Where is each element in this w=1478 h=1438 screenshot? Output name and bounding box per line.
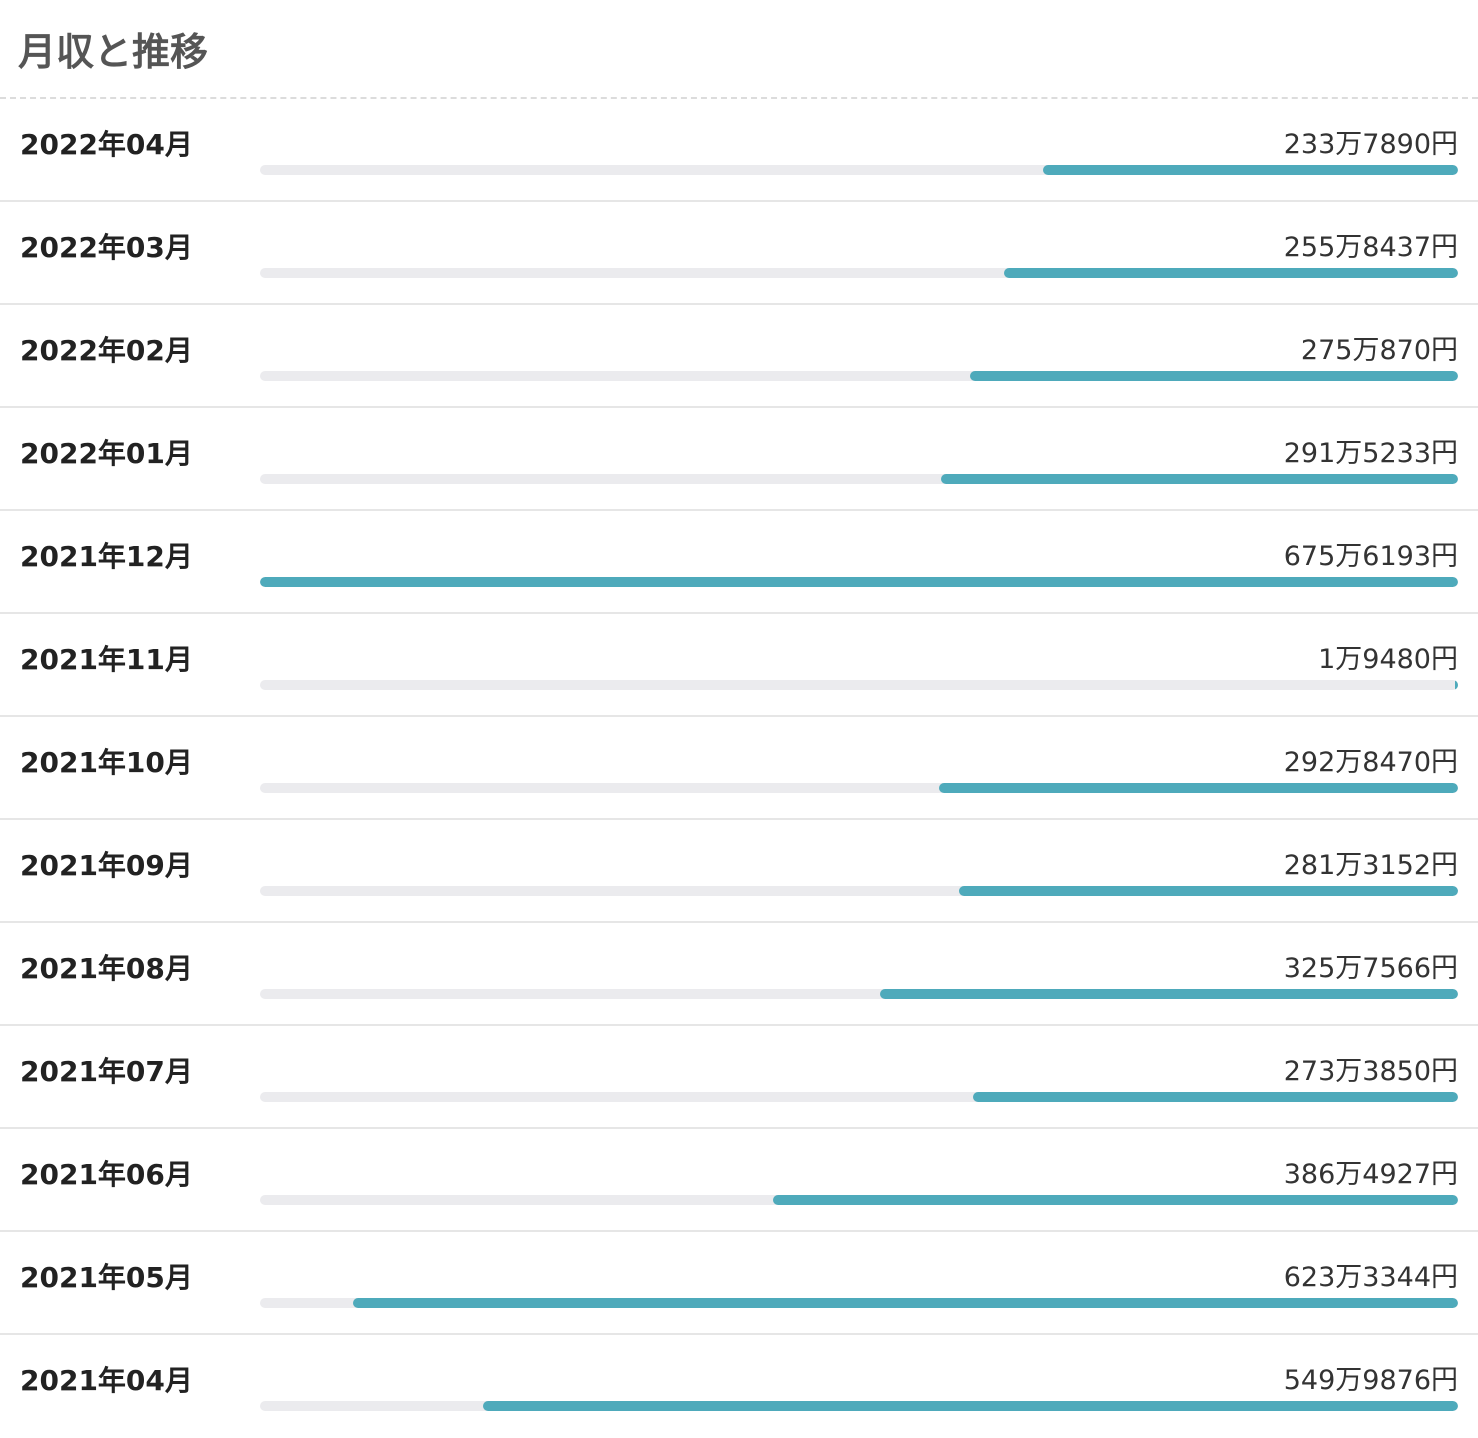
income-bar bbox=[941, 474, 1458, 484]
month-label: 2022年01月 bbox=[20, 437, 193, 470]
monthly-income-panel: 月収と推移 2022年04月 233万7890円 2022年03月 255万8437円… bbox=[0, 0, 1478, 1438]
income-bar-track bbox=[260, 1195, 1458, 1205]
income-bar-track bbox=[260, 680, 1458, 690]
income-bar bbox=[970, 371, 1458, 381]
month-label: 2021年04月 bbox=[20, 1364, 193, 1397]
income-row: 2021年08月 325万7566円 bbox=[0, 923, 1478, 1026]
income-amount-label: 1万9480円 bbox=[1318, 644, 1458, 675]
income-row: 2021年05月 623万3344円 bbox=[0, 1232, 1478, 1335]
income-amount-label: 291万5233円 bbox=[1283, 438, 1458, 469]
income-bar bbox=[1004, 268, 1458, 278]
income-bar bbox=[880, 989, 1458, 999]
income-amount-label: 325万7566円 bbox=[1283, 953, 1458, 984]
month-label: 2021年07月 bbox=[20, 1055, 193, 1088]
income-row: 2021年11月 1万9480円 bbox=[0, 614, 1478, 717]
income-row: 2022年03月 255万8437円 bbox=[0, 202, 1478, 305]
income-bar bbox=[352, 1298, 1458, 1308]
income-bar bbox=[938, 783, 1458, 793]
income-row: 2021年10月 292万8470円 bbox=[0, 717, 1478, 820]
income-amount-label: 281万3152円 bbox=[1283, 850, 1458, 881]
income-row: 2022年04月 233万7890円 bbox=[0, 99, 1478, 202]
income-bar-track bbox=[260, 371, 1458, 381]
income-bar-track bbox=[260, 165, 1458, 175]
income-row: 2021年04月 549万9876円 bbox=[0, 1335, 1478, 1438]
income-row: 2022年02月 275万870円 bbox=[0, 305, 1478, 408]
month-label: 2022年04月 bbox=[20, 128, 193, 161]
income-amount-label: 275万870円 bbox=[1300, 335, 1458, 366]
income-bar-track bbox=[260, 886, 1458, 896]
income-bar-track bbox=[260, 577, 1458, 587]
income-bar-track bbox=[260, 989, 1458, 999]
income-bar bbox=[959, 886, 1458, 896]
income-bar bbox=[772, 1195, 1458, 1205]
income-bar bbox=[1455, 680, 1458, 690]
income-amount-label: 292万8470円 bbox=[1283, 747, 1458, 778]
month-label: 2021年11月 bbox=[20, 643, 193, 676]
month-label: 2021年12月 bbox=[20, 540, 193, 573]
income-row: 2021年06月 386万4927円 bbox=[0, 1129, 1478, 1232]
income-bar-track bbox=[260, 1298, 1458, 1308]
month-label: 2021年06月 bbox=[20, 1158, 193, 1191]
income-bar-track bbox=[260, 1401, 1458, 1411]
income-row: 2021年09月 281万3152円 bbox=[0, 820, 1478, 923]
income-amount-label: 233万7890円 bbox=[1283, 129, 1458, 160]
income-bar bbox=[973, 1092, 1458, 1102]
income-bar bbox=[260, 577, 1458, 587]
income-bar-track bbox=[260, 783, 1458, 793]
month-label: 2021年10月 bbox=[20, 746, 193, 779]
panel-title: 月収と推移 bbox=[0, 0, 1478, 99]
income-amount-label: 623万3344円 bbox=[1283, 1262, 1458, 1293]
income-amount-label: 386万4927円 bbox=[1283, 1159, 1458, 1190]
income-amount-label: 273万3850円 bbox=[1283, 1056, 1458, 1087]
month-label: 2021年08月 bbox=[20, 952, 193, 985]
month-label: 2021年09月 bbox=[20, 849, 193, 882]
income-amount-label: 549万9876円 bbox=[1283, 1365, 1458, 1396]
month-label: 2022年02月 bbox=[20, 334, 193, 367]
income-bar bbox=[482, 1401, 1458, 1411]
income-bar-list: 2022年04月 233万7890円 2022年03月 255万8437円 2022年0… bbox=[0, 99, 1478, 1438]
income-row: 2022年01月 291万5233円 bbox=[0, 408, 1478, 511]
income-bar-track bbox=[260, 474, 1458, 484]
income-row: 2021年07月 273万3850円 bbox=[0, 1026, 1478, 1129]
month-label: 2022年03月 bbox=[20, 231, 193, 264]
income-bar-track bbox=[260, 268, 1458, 278]
income-amount-label: 255万8437円 bbox=[1283, 232, 1458, 263]
income-amount-label: 675万6193円 bbox=[1283, 541, 1458, 572]
income-bar bbox=[1043, 165, 1458, 175]
income-bar-track bbox=[260, 1092, 1458, 1102]
income-row: 2021年12月 675万6193円 bbox=[0, 511, 1478, 614]
month-label: 2021年05月 bbox=[20, 1261, 193, 1294]
